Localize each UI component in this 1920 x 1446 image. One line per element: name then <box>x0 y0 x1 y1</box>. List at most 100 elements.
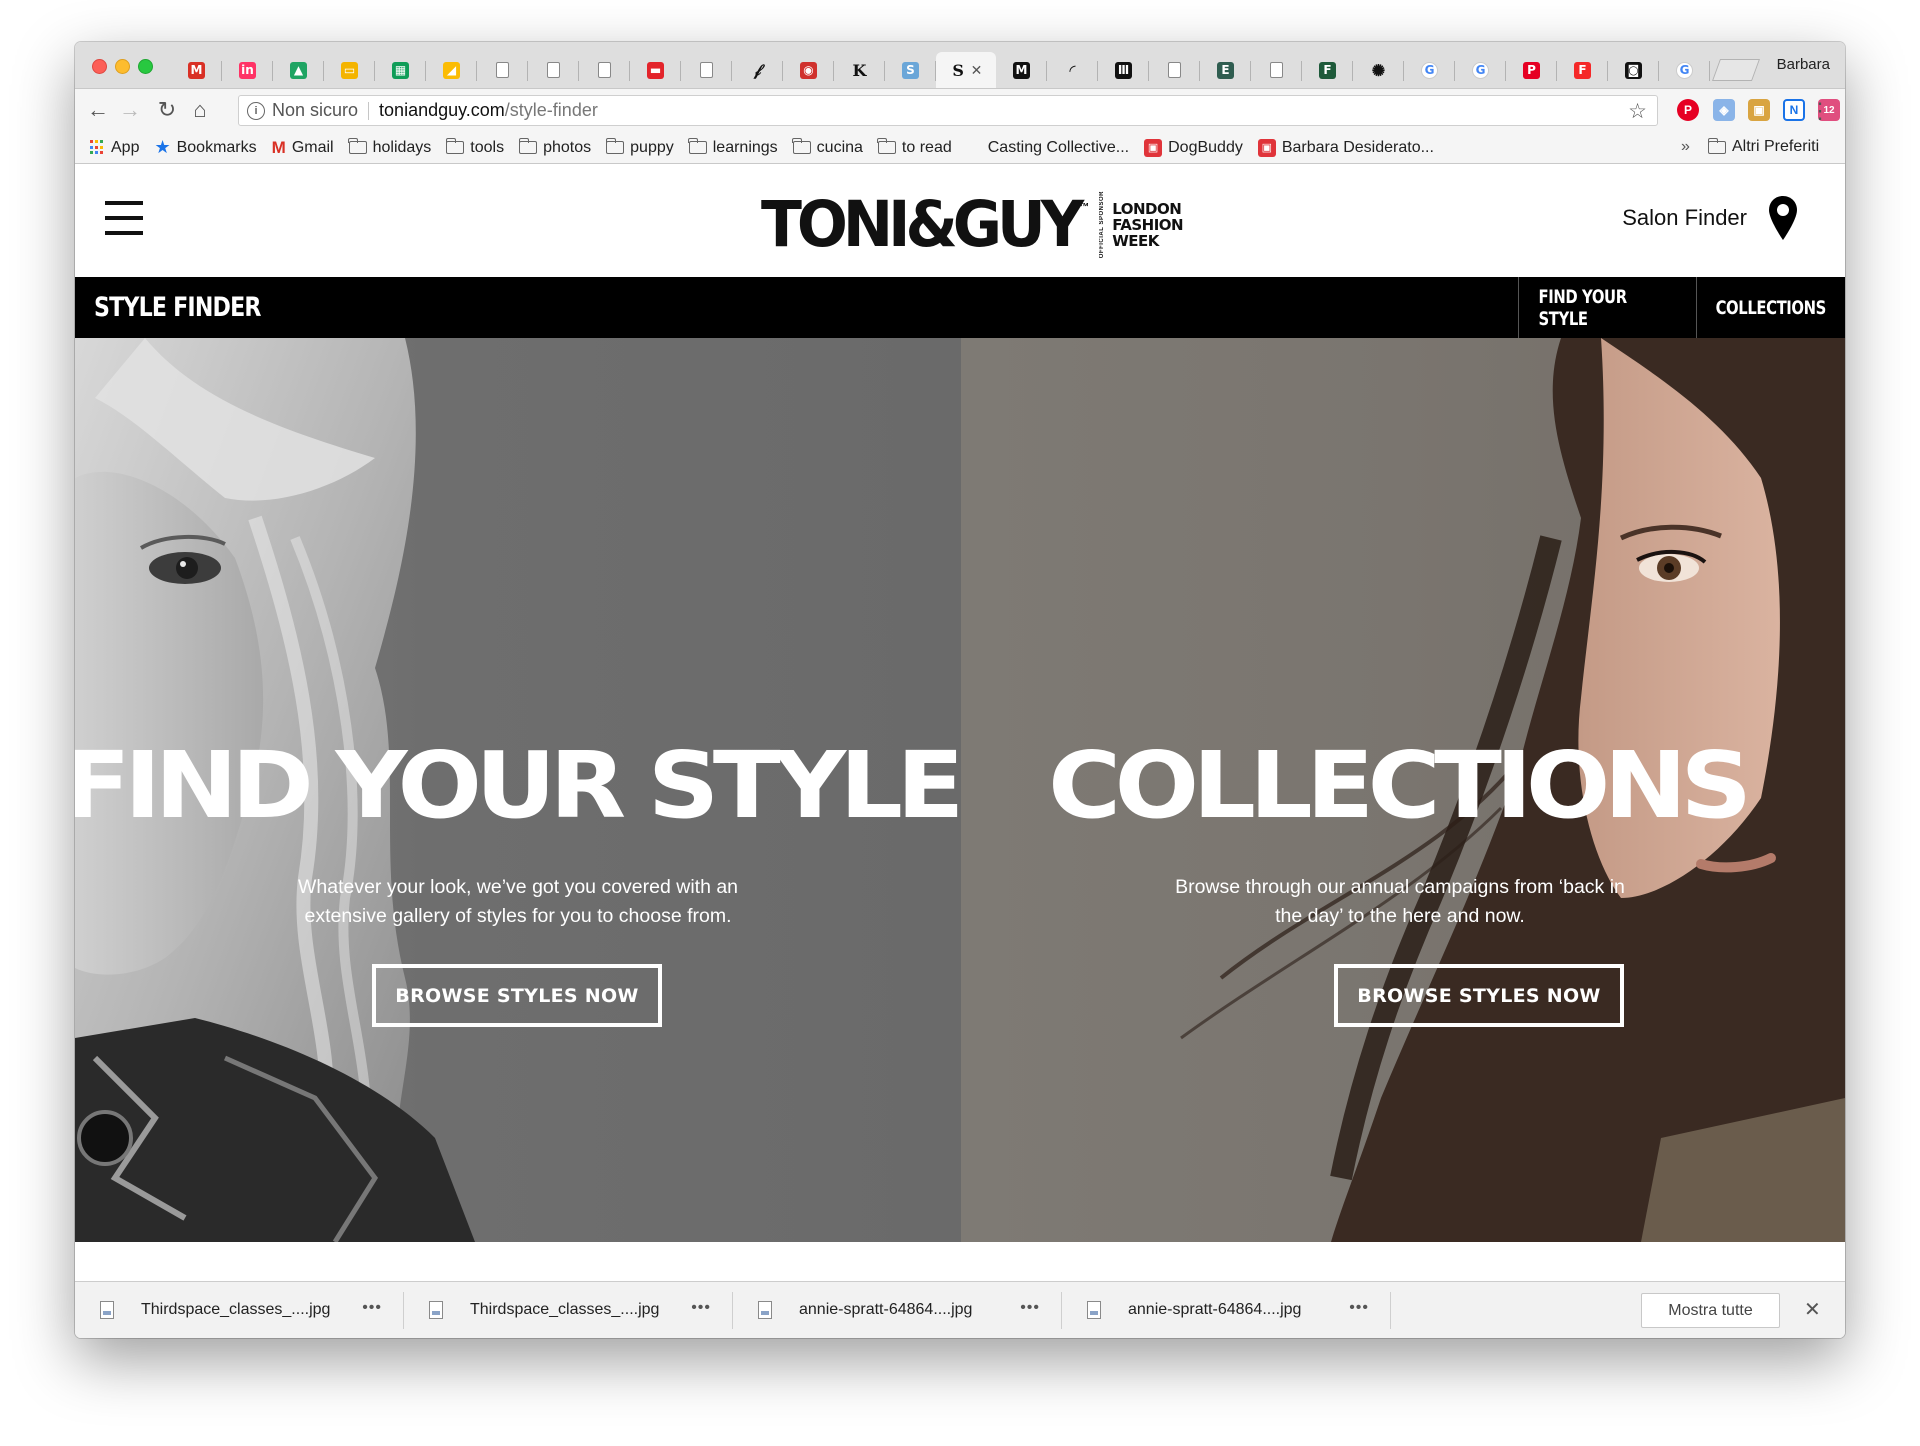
browser-tab[interactable]: ✺ <box>1353 52 1404 88</box>
extension-icon[interactable]: ▣ <box>1748 99 1770 121</box>
profile-name[interactable]: Barbara <box>1777 56 1830 73</box>
download-filename: annie-spratt-64864....jpg <box>799 1301 973 1318</box>
salon-finder-link[interactable]: Salon Finder <box>1622 205 1747 231</box>
address-bar[interactable]: i Non sicuro toniandguy.com/style-finder… <box>238 95 1658 126</box>
bookmark-item[interactable]: ★ Bookmarks <box>154 137 256 158</box>
website-viewport: TONI&GUY ™ OFFICIAL SPONSOR LONDON FASHI… <box>75 165 1845 1242</box>
collections-tab[interactable]: COLLECTIONS <box>1696 277 1845 338</box>
browser-tab[interactable]: ◜ <box>1047 52 1098 88</box>
download-options-icon[interactable]: ••• <box>362 1299 382 1317</box>
location-pin-icon[interactable] <box>1767 195 1799 241</box>
browser-tab[interactable]: G <box>1455 52 1506 88</box>
browse-collections-button[interactable]: BROWSE STYLES NOW <box>1334 964 1624 1027</box>
browser-tab[interactable]: M <box>171 52 222 88</box>
bookmark-item[interactable]: M Gmail <box>272 138 334 158</box>
folder-icon <box>518 138 538 154</box>
close-tab-icon[interactable]: ✕ <box>971 62 983 79</box>
browser-menu-icon[interactable]: ⋮ <box>1809 98 1831 124</box>
bookmark-item[interactable]: ▣ Barbara Desiderato... <box>1257 138 1434 157</box>
back-arrow-icon[interactable]: ← <box>86 97 110 122</box>
close-window-button[interactable] <box>92 59 107 74</box>
show-all-downloads-button[interactable]: Mostra tutte <box>1641 1293 1780 1328</box>
logo-trademark: ™ <box>1079 202 1090 214</box>
browser-tab[interactable]: E <box>1200 52 1251 88</box>
download-options-icon[interactable]: ••• <box>1349 1299 1369 1317</box>
toni-and-guy-logo[interactable]: TONI&GUY ™ OFFICIAL SPONSOR LONDON FASHI… <box>761 191 1184 258</box>
url-path: /style-finder <box>504 100 598 120</box>
download-options-icon[interactable]: ••• <box>1020 1299 1040 1317</box>
browser-tab[interactable]: ▲ <box>273 52 324 88</box>
hamburger-menu-icon[interactable] <box>105 201 143 235</box>
browser-tab[interactable]: S ✕ <box>936 52 996 88</box>
bookmark-item[interactable]: Casting Collective... <box>988 139 1129 157</box>
browser-tab[interactable]: G <box>1659 52 1710 88</box>
browser-tab[interactable]: ◢ <box>426 52 477 88</box>
browser-tab[interactable]: ▬ <box>630 52 681 88</box>
browser-tab[interactable]: M <box>996 52 1047 88</box>
minimize-window-button[interactable] <box>115 59 130 74</box>
extension-icon[interactable]: ◈ <box>1713 99 1735 121</box>
bookmark-item[interactable]: tools <box>445 138 504 157</box>
bookmark-item[interactable]: ▣ DogBuddy <box>1144 138 1243 157</box>
browser-tab[interactable] <box>528 52 579 88</box>
reload-icon[interactable]: ↻ <box>155 97 179 122</box>
google-sheets-icon: ▦ <box>392 61 409 79</box>
browser-tab[interactable]: G <box>1404 52 1455 88</box>
folder-icon <box>445 138 465 154</box>
bookmarks-overflow-icon[interactable]: » <box>1681 138 1690 156</box>
loading-icon: ◜ <box>1069 60 1076 80</box>
browser-tab[interactable]: ◉ <box>783 52 834 88</box>
browse-styles-button[interactable]: BROWSE STYLES NOW <box>372 964 662 1027</box>
close-shelf-icon[interactable]: ✕ <box>1804 1297 1821 1322</box>
em-logo-icon: E <box>1217 61 1234 79</box>
browser-tab[interactable]: 𝒻 <box>732 52 783 88</box>
document-icon <box>547 62 560 78</box>
bookmark-star-icon[interactable]: ☆ <box>1628 99 1647 124</box>
new-tab-button[interactable] <box>1711 59 1761 81</box>
browser-tab[interactable]: Ⅲ <box>1098 52 1149 88</box>
forward-arrow-icon[interactable]: → <box>118 97 142 122</box>
download-item[interactable]: annie-spratt-64864....jpg ••• <box>1062 1282 1391 1339</box>
find-your-style-tab[interactable]: FIND YOUR STYLE <box>1518 277 1696 338</box>
bookmark-item[interactable]: learnings <box>688 138 778 157</box>
browser-tab[interactable]: ◙ <box>1608 52 1659 88</box>
bookmark-item[interactable]: cucina <box>792 138 863 157</box>
browser-tab[interactable]: P <box>1506 52 1557 88</box>
bookmark-item[interactable]: photos <box>518 138 591 157</box>
browser-tab[interactable]: ▭ <box>324 52 375 88</box>
browser-tab[interactable] <box>681 52 732 88</box>
other-bookmarks-folder[interactable]: Altri Preferiti <box>1707 137 1819 156</box>
flower-icon: ✺ <box>1371 60 1386 80</box>
browser-tab[interactable] <box>477 52 528 88</box>
home-icon[interactable]: ⌂ <box>188 97 212 122</box>
notion-extension-icon[interactable]: N <box>1783 99 1805 121</box>
browser-tab[interactable]: in <box>222 52 273 88</box>
url-host: toniandguy.com <box>379 100 505 120</box>
download-options-icon[interactable]: ••• <box>691 1299 711 1317</box>
browser-tab[interactable]: S <box>885 52 936 88</box>
bookmark-item[interactable]: holidays <box>348 138 431 157</box>
bookmark-item[interactable]: App <box>90 139 139 157</box>
browser-window: Min ▲ ▭ ▦ ◢ ▬ 𝒻 ◉ K S S ✕ M ◜ Ⅲ E F ✺ G G P F ◙ G Barbara ← → ↻… <box>75 42 1845 1338</box>
bookmark-label: cucina <box>816 138 863 156</box>
download-filename: Thirdspace_classes_....jpg <box>141 1301 331 1318</box>
browser-tab[interactable]: F <box>1302 52 1353 88</box>
bookmark-item[interactable]: to read <box>877 138 952 157</box>
browser-tab[interactable]: K <box>834 52 885 88</box>
browser-tab[interactable] <box>579 52 630 88</box>
browser-tab[interactable] <box>1149 52 1200 88</box>
browser-tab[interactable] <box>1251 52 1302 88</box>
pinterest-extension-icon[interactable]: P <box>1677 99 1699 121</box>
k-letter-icon: K <box>852 60 867 80</box>
browser-tab[interactable]: ▦ <box>375 52 426 88</box>
camera-icon: ◙ <box>1625 61 1642 79</box>
download-item[interactable]: Thirdspace_classes_....jpg ••• <box>75 1282 404 1339</box>
document-icon <box>1168 62 1181 78</box>
browser-tab[interactable]: F <box>1557 52 1608 88</box>
maximize-window-button[interactable] <box>138 59 153 74</box>
download-item[interactable]: Thirdspace_classes_....jpg ••• <box>404 1282 733 1339</box>
info-icon[interactable]: i <box>247 101 265 120</box>
download-item[interactable]: annie-spratt-64864....jpg ••• <box>733 1282 1062 1339</box>
bookmark-item[interactable]: puppy <box>605 138 674 157</box>
bookmark-label: Barbara Desiderato... <box>1281 138 1434 156</box>
